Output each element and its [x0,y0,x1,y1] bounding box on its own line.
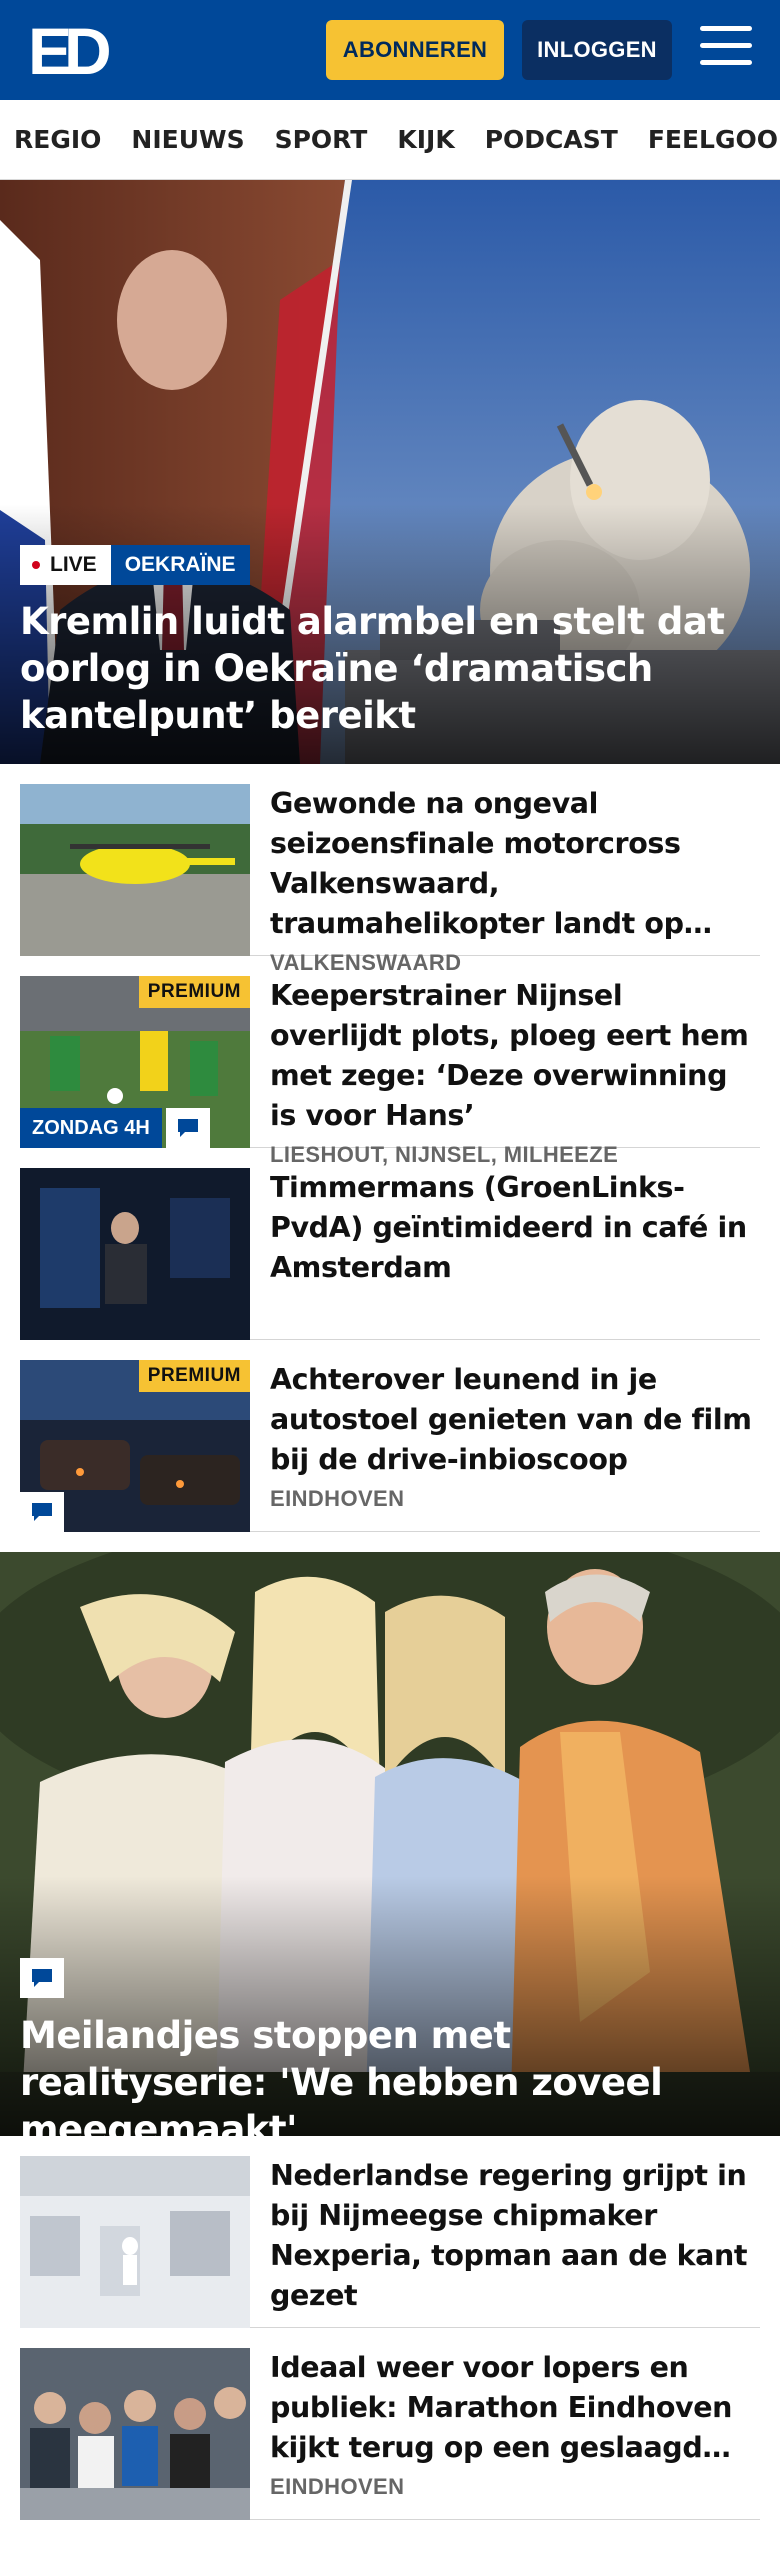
list-item[interactable]: PREMIUM ZONDAG 4H Keeperstrainer Nijnsel… [20,956,760,1167]
live-badge: LIVE [20,545,111,585]
topic-badge[interactable]: OEKRAÏNE [110,545,250,585]
list-item[interactable]: PREMIUM Achterover leunend in je autosto… [20,1340,760,1532]
premium-badge: PREMIUM [138,1360,250,1392]
comment-icon[interactable] [166,1108,210,1148]
nav-item-kijk[interactable]: KIJK [397,125,454,154]
article-title[interactable]: Keeperstrainer Nijnsel overlijdt plots, … [270,976,760,1136]
list-item[interactable]: Nederlandse regering grijpt in bij Nijme… [20,2136,760,2328]
svg-text:ED: ED [28,20,109,80]
subscribe-button[interactable]: ABONNEREN [326,20,504,80]
hero-article[interactable]: LIVE OEKRAÏNE Kremlin luidt alarmbel en … [0,180,780,764]
live-label: LIVE [50,553,97,576]
nav-item-regio[interactable]: REGIO [14,125,101,154]
article-thumbnail [20,1168,250,1340]
list-item[interactable]: Gewonde na ongeval seizoensfi­nale motor… [20,764,760,975]
menu-icon[interactable] [700,26,752,72]
premium-badge: PREMIUM [138,976,250,1008]
article-location: EINDHOVEN [270,2474,405,2499]
article-location: EINDHOVEN [270,1486,405,1511]
article-thumbnail: PREMIUM [20,1360,250,1532]
feature-title[interactable]: Meilandjes stoppen met realityserie: 'We… [20,2012,750,2136]
hero-title[interactable]: Kremlin luidt alarmbel en stelt dat oorl… [20,598,750,739]
article-title[interactable]: Nederlandse regering grijpt in bij Nijme… [270,2156,760,2316]
live-dot-icon [32,561,40,569]
date-badge: ZONDAG 4H [20,1108,162,1148]
section-nav: REGIO NIEUWS SPORT KIJK PODCAST FEELGOOD… [0,100,780,180]
article-thumbnail [20,2156,250,2328]
comment-icon[interactable] [20,1492,64,1532]
ed-logo[interactable]: ED [28,14,117,88]
login-button[interactable]: INLOGGEN [522,20,672,80]
list-item[interactable]: Ideaal weer voor lopers en publiek: Mara… [20,2328,760,2520]
nav-item-feelgood[interactable]: FEELGOOD [648,125,780,154]
article-list-bottom: Nederlandse regering grijpt in bij Nijme… [0,2136,780,2520]
comment-icon[interactable] [20,1958,64,1998]
feature-article[interactable]: Meilandjes stoppen met realityserie: 'We… [0,1552,780,2136]
nav-item-podcast[interactable]: PODCAST [485,125,618,154]
nav-item-nieuws[interactable]: NIEUWS [131,125,244,154]
list-item[interactable]: Timmermans (GroenLinks-PvdA) geïntimidee… [20,1148,760,1340]
article-list-top: Gewonde na ongeval seizoensfi­nale motor… [0,764,780,1532]
nav-item-sport[interactable]: SPORT [275,125,368,154]
top-header: ED ABONNEREN INLOGGEN [0,0,780,100]
article-title[interactable]: Achterover leunend in je autostoel genie… [270,1360,760,1480]
article-title[interactable]: Ideaal weer voor lopers en publiek: Mara… [270,2348,760,2468]
article-thumbnail [20,2348,250,2520]
article-title[interactable]: Gewonde na ongeval seizoensfi­nale motor… [270,784,760,944]
article-title[interactable]: Timmermans (GroenLinks-PvdA) geïntimidee… [270,1168,760,1288]
article-thumbnail: PREMIUM ZONDAG 4H [20,976,250,1148]
article-thumbnail [20,784,250,956]
